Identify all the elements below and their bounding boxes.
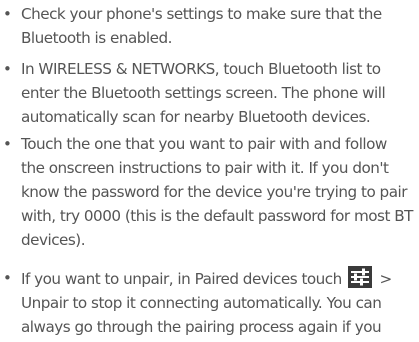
text-line: with, try 0000 (this is the default pass… xyxy=(21,207,413,225)
list-item-text: In WIRELESS & NETWORKS, touch Bluetooth … xyxy=(21,57,417,129)
bullet-marker: • xyxy=(3,269,12,287)
bullet-marker: • xyxy=(3,5,12,23)
text-line: If you want to unpair, in Paired devices… xyxy=(21,266,417,291)
text-line: In WIRELESS & NETWORKS, touch Bluetooth … xyxy=(21,60,381,78)
bullet-marker: • xyxy=(3,60,12,78)
text-line: always go through the pairing process ag… xyxy=(21,318,382,336)
document-page: • Check your phone's settings to make su… xyxy=(0,0,419,342)
bullet-marker: • xyxy=(3,135,12,153)
text-line: Touch the one that you want to pair with… xyxy=(21,135,387,153)
text-line: devices). xyxy=(21,231,86,249)
list-item-text: Check your phone's settings to make sure… xyxy=(21,2,417,50)
text-line: Unpair to stop it connecting automatical… xyxy=(21,294,382,312)
text-line: Bluetooth is enabled. xyxy=(21,29,172,47)
text-after-icon: > xyxy=(379,270,392,288)
text-line: know the password for the device you're … xyxy=(21,183,407,201)
settings-sliders-icon xyxy=(348,266,373,288)
text-line: automatically scan for nearby Bluetooth … xyxy=(21,108,371,126)
text-line: the onscreen instructions to pair with i… xyxy=(21,159,389,177)
text-line: Check your phone's settings to make sure… xyxy=(21,5,382,23)
list-item-text: Touch the one that you want to pair with… xyxy=(21,132,417,252)
text-before-icon: If you want to unpair, in Paired devices… xyxy=(21,270,342,288)
text-line: enter the Bluetooth settings screen. The… xyxy=(21,84,386,102)
list-item-text: If you want to unpair, in Paired devices… xyxy=(21,266,417,339)
